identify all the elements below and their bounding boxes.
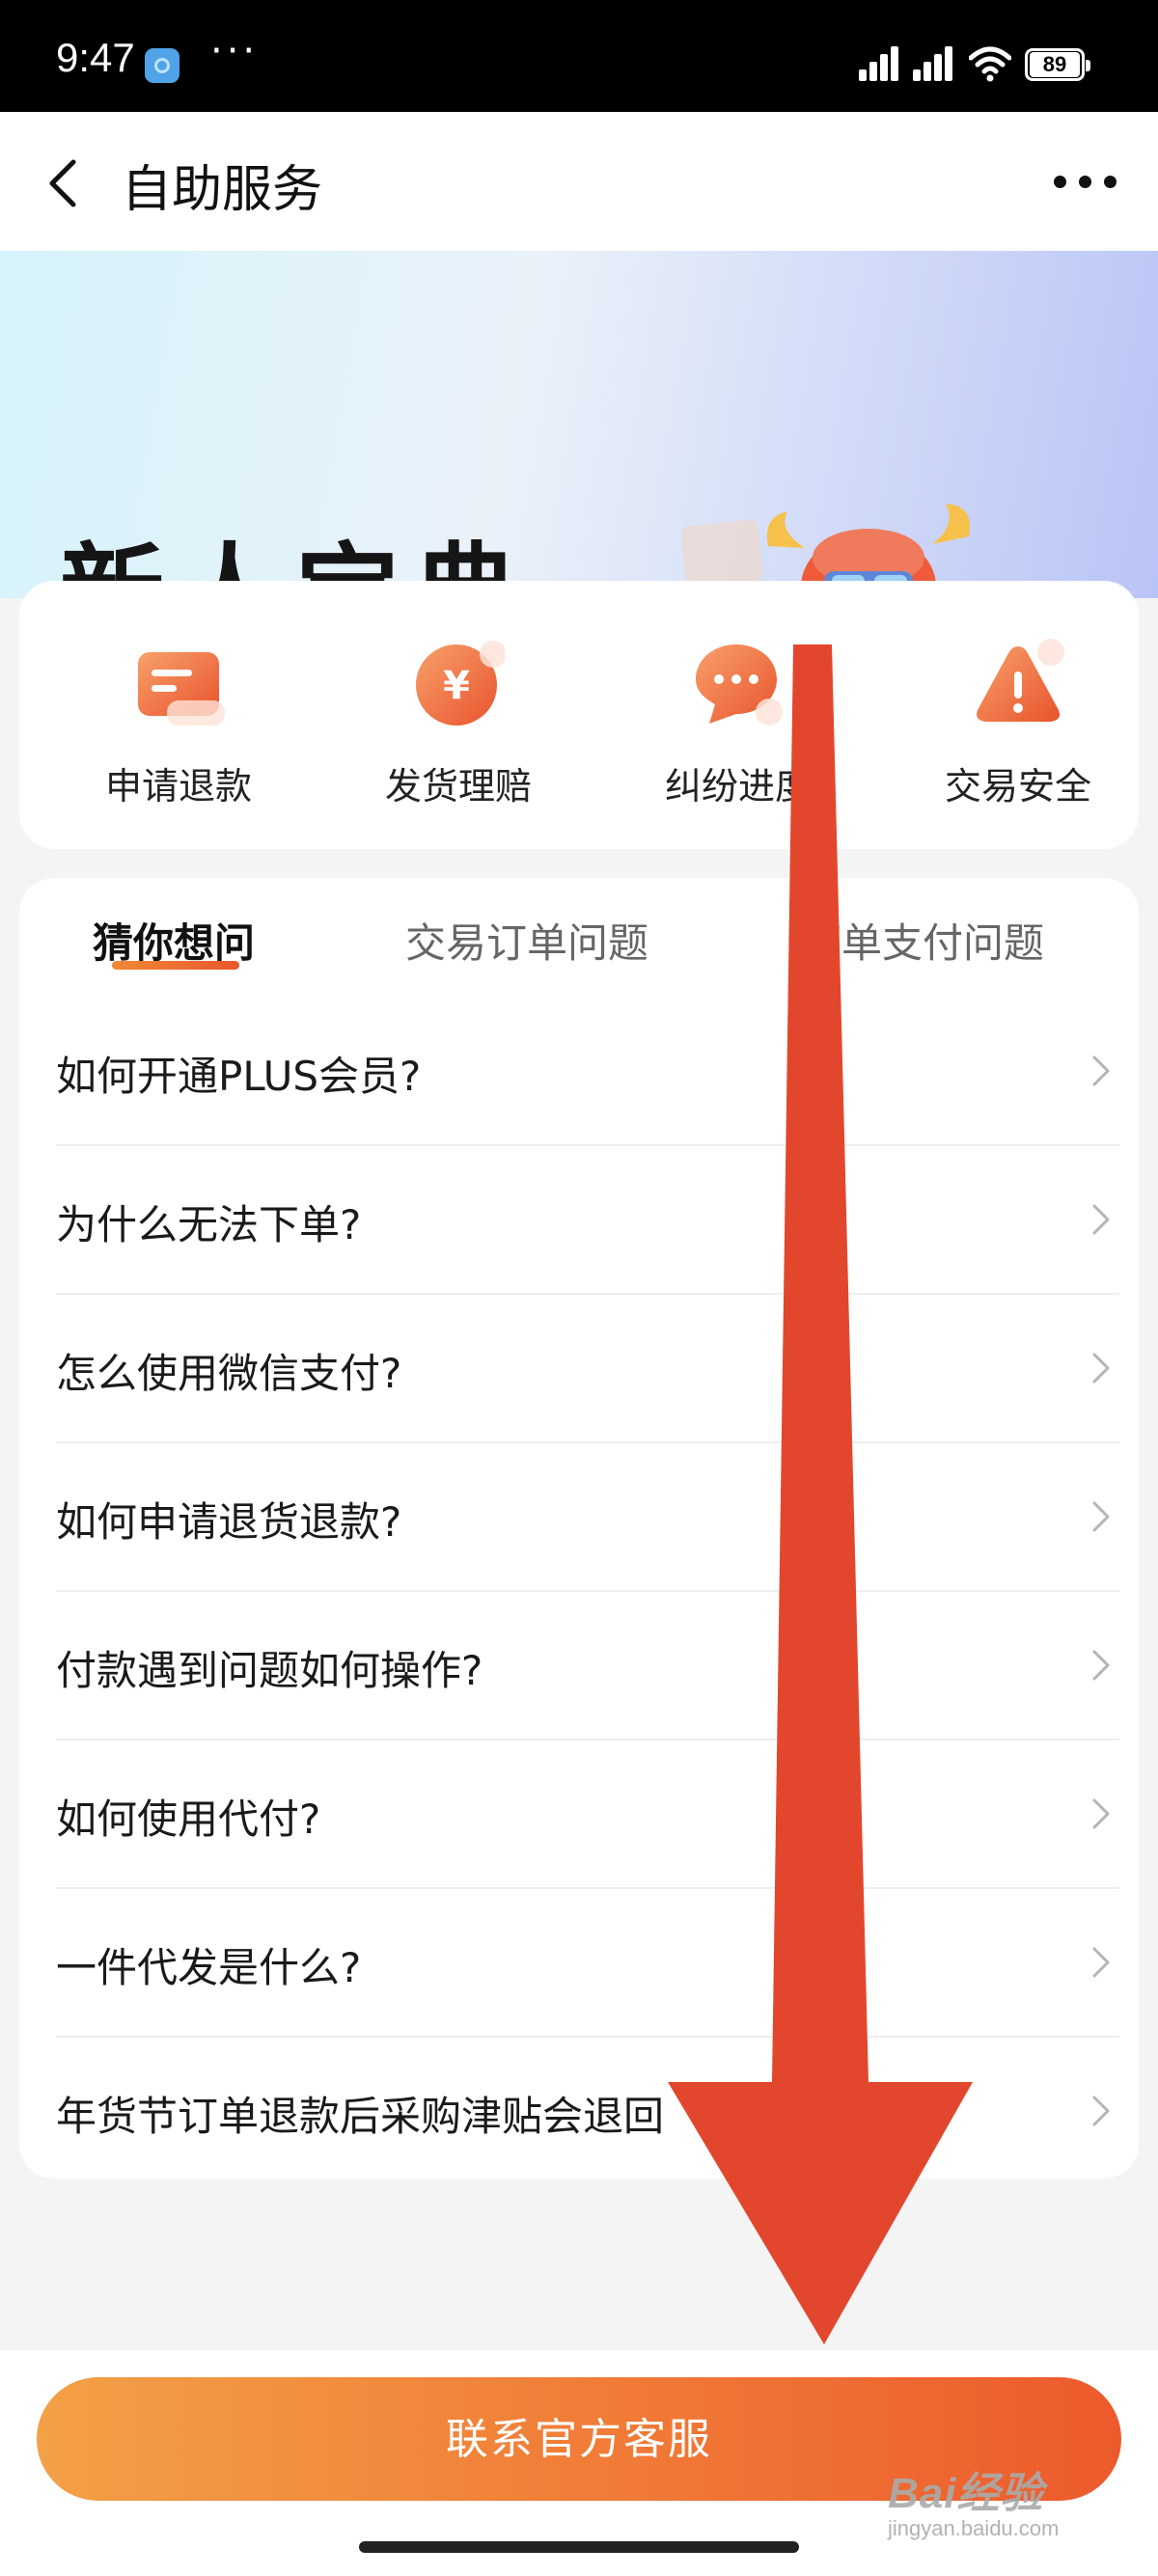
active-tab-indicator bbox=[112, 961, 239, 970]
tab-order-questions[interactable]: 交易订单问题 bbox=[405, 911, 648, 970]
faq-item[interactable]: 怎么使用微信支付? bbox=[56, 1293, 1119, 1443]
faq-question: 付款遇到问题如何操作? bbox=[56, 1647, 483, 1694]
faq-question: 一件代发是什么? bbox=[56, 1944, 362, 1991]
faq-item[interactable]: 一件代发是什么? bbox=[56, 1887, 1119, 2038]
wifi-icon bbox=[969, 46, 1011, 82]
watermark-url: jingyan.baidu.com bbox=[888, 2516, 1060, 2540]
page-title: 自助服务 bbox=[122, 161, 323, 219]
service-label: 交易安全 bbox=[944, 765, 1091, 808]
gift-card-illustration bbox=[679, 518, 764, 589]
yen-coin-icon: ¥ bbox=[416, 641, 505, 726]
chat-bubble-icon bbox=[696, 644, 783, 726]
faq-question: 为什么无法下单? bbox=[56, 1201, 362, 1248]
status-time: 9:47 bbox=[56, 35, 135, 80]
faq-item[interactable]: 如何开通PLUS会员? bbox=[56, 996, 1119, 1146]
service-label: 纠纷进度 bbox=[664, 765, 812, 808]
chevron-right-icon bbox=[1092, 1353, 1110, 1384]
more-options-icon[interactable] bbox=[1046, 168, 1123, 197]
chevron-right-icon bbox=[1092, 1204, 1110, 1235]
warning-icon bbox=[977, 639, 1064, 722]
promo-banner[interactable]: 新人宝典 bbox=[0, 251, 1158, 598]
shipping-claim-button[interactable]: ¥ 发货理赔 bbox=[343, 637, 574, 830]
battery-level: 89 bbox=[1030, 52, 1080, 77]
refund-request-button[interactable]: 申请退款 bbox=[63, 637, 294, 830]
faq-question: 如何使用代付? bbox=[56, 1795, 321, 1843]
dispute-progress-button[interactable]: 纠纷进度 bbox=[622, 637, 854, 830]
svg-text:¥: ¥ bbox=[443, 664, 470, 708]
signal-icon bbox=[859, 42, 901, 81]
watermark-brand: Bai经验 bbox=[888, 2470, 1044, 2517]
chevron-right-icon bbox=[1092, 2096, 1110, 2126]
chevron-right-icon bbox=[1092, 1055, 1110, 1086]
faq-item[interactable]: 如何申请退货退款? bbox=[56, 1441, 1119, 1592]
faq-item[interactable]: 为什么无法下单? bbox=[56, 1144, 1119, 1295]
faq-question: 如何开通PLUS会员? bbox=[56, 1053, 422, 1100]
chevron-right-icon bbox=[1092, 1650, 1110, 1681]
faq-question: 年货节订单退款后采购津贴会退回 bbox=[56, 2093, 665, 2140]
signal-icon-2 bbox=[913, 42, 955, 81]
chevron-right-icon bbox=[1092, 1798, 1110, 1829]
faq-card: 猜你想问 交易订单问题 下单支付问题 如何开通PLUS会员? 为什么无法下单? … bbox=[19, 878, 1139, 2179]
chevron-right-icon bbox=[1092, 1501, 1110, 1532]
card-icon bbox=[138, 652, 225, 726]
faq-item[interactable]: 年货节订单退款后采购津贴会退回 bbox=[56, 2036, 1119, 2179]
faq-item[interactable]: 如何使用代付? bbox=[56, 1739, 1119, 1889]
faq-question: 怎么使用微信支付? bbox=[56, 1350, 402, 1397]
service-label: 申请退款 bbox=[104, 765, 252, 808]
more-notifications-icon: ··· bbox=[210, 29, 260, 73]
nav-bar: 自助服务 bbox=[0, 112, 1158, 251]
service-shortcuts: 申请退款 ¥ 发货理赔 纠纷进度 交易安全 bbox=[19, 581, 1139, 849]
status-bar: 9:47 ··· 89 bbox=[0, 0, 1158, 112]
trade-safety-button[interactable]: 交易安全 bbox=[902, 637, 1134, 830]
baidu-jingyan-watermark: Bai经验 jingyan.baidu.com bbox=[888, 2458, 1059, 2541]
chevron-right-icon bbox=[1092, 1947, 1110, 1978]
faq-question: 如何申请退货退款? bbox=[56, 1498, 402, 1546]
battery-icon: 89 bbox=[1025, 48, 1090, 81]
home-indicator[interactable] bbox=[359, 2541, 799, 2553]
app-notification-icon bbox=[145, 48, 179, 83]
faq-item[interactable]: 付款遇到问题如何操作? bbox=[56, 1590, 1119, 1740]
service-label: 发货理赔 bbox=[384, 765, 532, 808]
tab-payment-questions[interactable]: 下单支付问题 bbox=[801, 911, 1044, 970]
back-arrow-icon[interactable] bbox=[39, 156, 89, 210]
